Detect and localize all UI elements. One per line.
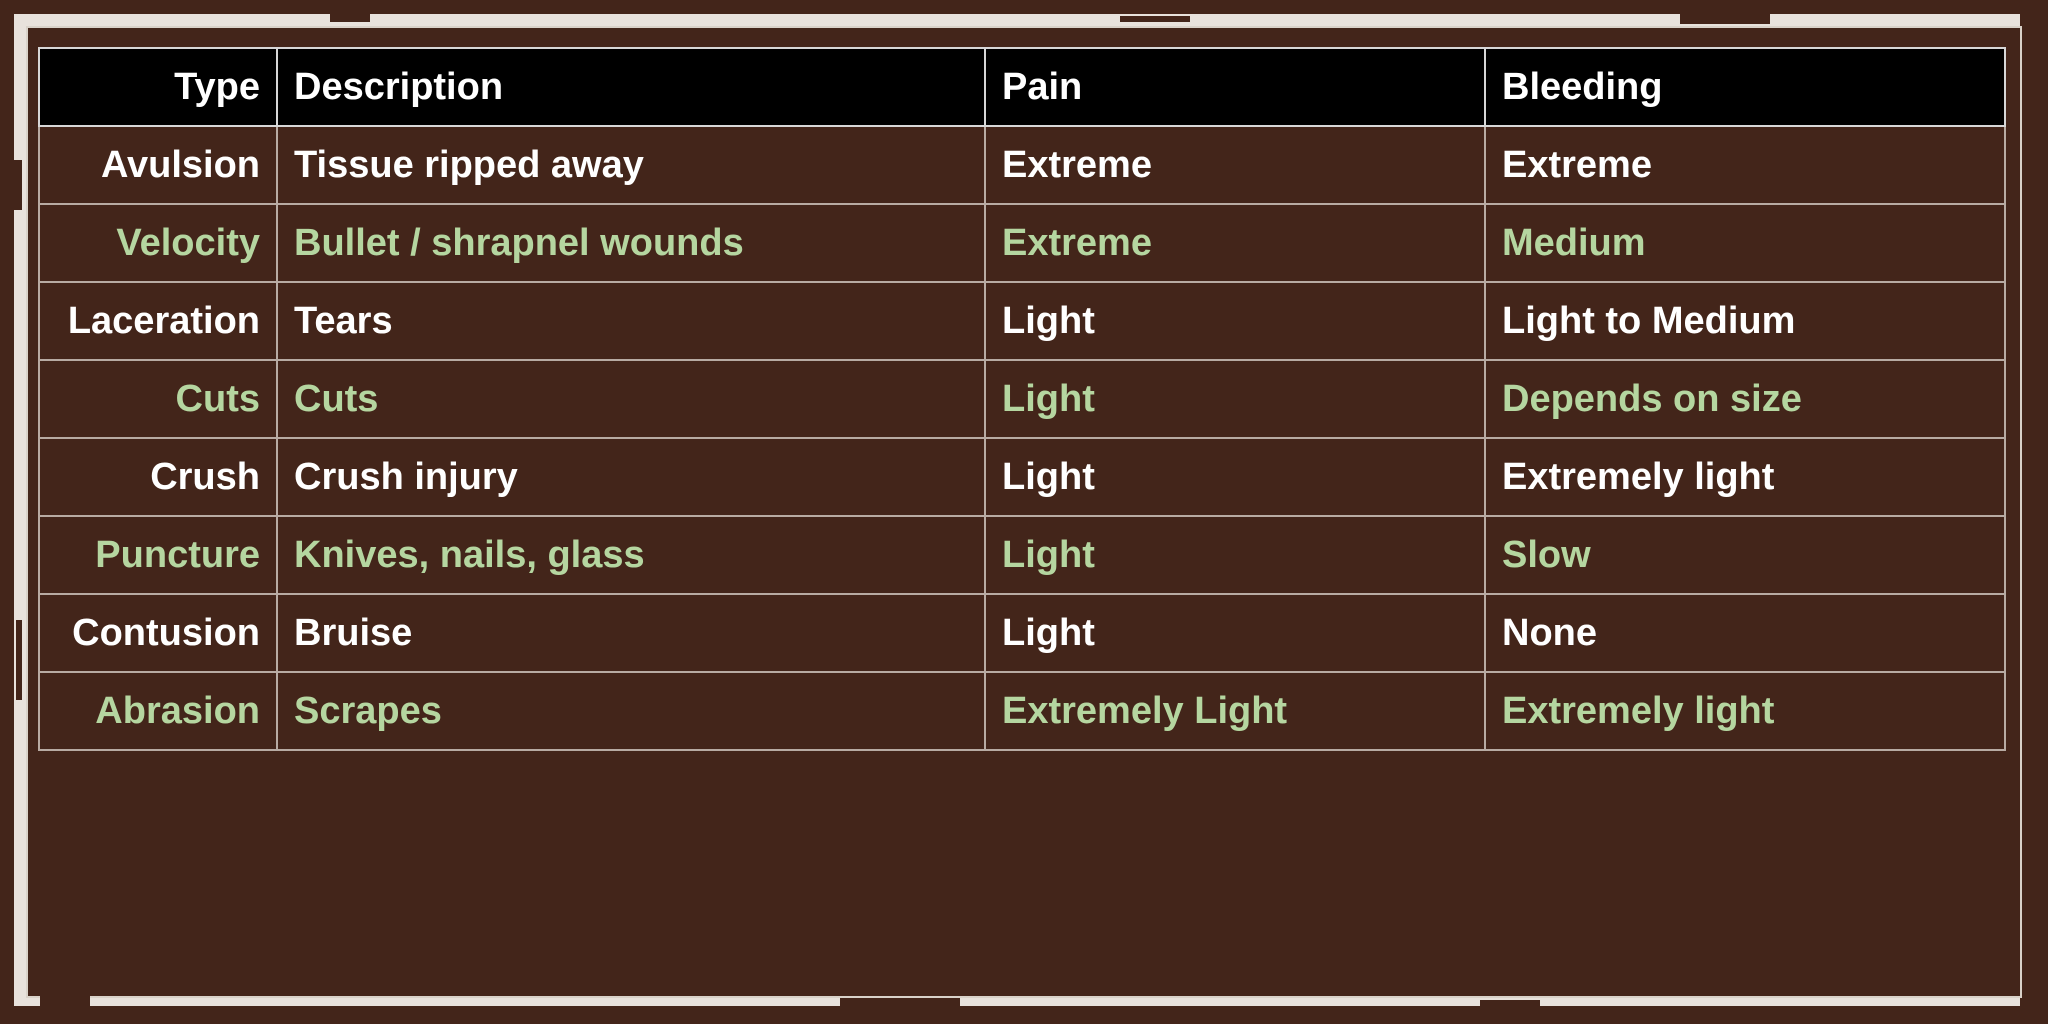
header-pain: Pain: [984, 47, 1486, 127]
frame-wear-speck: [2024, 360, 2032, 420]
cell-bleeding: Medium: [1484, 203, 2006, 283]
cell-description: Tissue ripped away: [276, 125, 986, 205]
cell-pain: Light: [984, 359, 1486, 439]
cell-bleeding: Slow: [1484, 515, 2006, 595]
table-row: Abrasion Scrapes Extremely Light Extreme…: [38, 671, 2006, 751]
cell-bleeding: None: [1484, 593, 2006, 673]
header-description: Description: [276, 47, 986, 127]
cell-pain: Light: [984, 515, 1486, 595]
cell-description: Bullet / shrapnel wounds: [276, 203, 986, 283]
header-type: Type: [38, 47, 278, 127]
table-row: Laceration Tears Light Light to Medium: [38, 281, 2006, 361]
cell-type: Avulsion: [38, 125, 278, 205]
cell-description: Crush injury: [276, 437, 986, 517]
table-row: Cuts Cuts Light Depends on size: [38, 359, 2006, 439]
cell-type: Cuts: [38, 359, 278, 439]
table-row: Velocity Bullet / shrapnel wounds Extrem…: [38, 203, 2006, 283]
cell-type: Puncture: [38, 515, 278, 595]
table-body: Avulsion Tissue ripped away Extreme Extr…: [38, 125, 2006, 751]
cell-bleeding: Extremely light: [1484, 437, 2006, 517]
cell-description: Knives, nails, glass: [276, 515, 986, 595]
table-row: Contusion Bruise Light None: [38, 593, 2006, 673]
cell-type: Crush: [38, 437, 278, 517]
frame-wear-speck: [1120, 16, 1190, 22]
cell-description: Bruise: [276, 593, 986, 673]
frame-wear-speck: [1480, 1000, 1540, 1006]
cell-description: Cuts: [276, 359, 986, 439]
cell-pain: Extreme: [984, 125, 1486, 205]
header-bleeding: Bleeding: [1484, 47, 2006, 127]
cell-type: Laceration: [38, 281, 278, 361]
cell-bleeding: Depends on size: [1484, 359, 2006, 439]
cell-pain: Light: [984, 593, 1486, 673]
frame-wear-speck: [40, 996, 90, 1006]
cell-bleeding: Extreme: [1484, 125, 2006, 205]
frame-wear-speck: [16, 620, 22, 700]
cell-description: Scrapes: [276, 671, 986, 751]
table-row: Avulsion Tissue ripped away Extreme Extr…: [38, 125, 2006, 205]
table-row: Puncture Knives, nails, glass Light Slow: [38, 515, 2006, 595]
cell-pain: Extremely Light: [984, 671, 1486, 751]
cell-pain: Light: [984, 437, 1486, 517]
cell-pain: Extreme: [984, 203, 1486, 283]
cell-type: Contusion: [38, 593, 278, 673]
table-header-row: Type Description Pain Bleeding: [38, 47, 2006, 127]
frame-wear-speck: [14, 160, 22, 210]
cell-bleeding: Extremely light: [1484, 671, 2006, 751]
frame-wear-speck: [330, 14, 370, 22]
frame-wear-speck: [1680, 14, 1770, 24]
cell-type: Abrasion: [38, 671, 278, 751]
cell-bleeding: Light to Medium: [1484, 281, 2006, 361]
frame-wear-speck: [2026, 820, 2032, 910]
frame-wear-speck: [840, 998, 960, 1006]
cell-type: Velocity: [38, 203, 278, 283]
wound-types-table: Type Description Pain Bleeding Avulsion …: [38, 47, 2006, 751]
table-row: Crush Crush injury Light Extremely light: [38, 437, 2006, 517]
cell-description: Tears: [276, 281, 986, 361]
cell-pain: Light: [984, 281, 1486, 361]
